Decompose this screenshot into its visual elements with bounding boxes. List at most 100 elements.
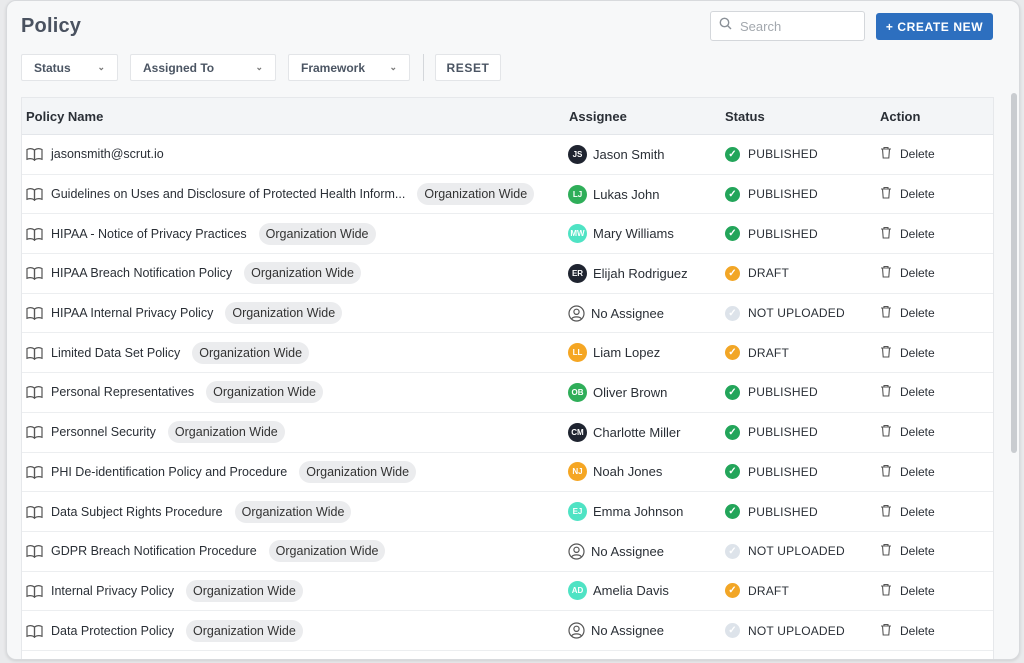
assignee-cell[interactable]: JS Jason Smith — [568, 135, 665, 174]
status-cell: ✓ PUBLISHED — [725, 373, 818, 412]
chevron-down-icon: ⌄ — [389, 62, 397, 72]
policy-name[interactable]: Limited Data Set Policy — [51, 346, 180, 360]
assignee-cell[interactable]: No Assignee — [568, 532, 664, 571]
table-row[interactable]: jasonsmith@scrut.io JS Jason Smith ✓ PUB… — [22, 135, 993, 175]
scrollbar[interactable] — [1011, 93, 1017, 453]
status-cell: ✓ NOT UPLOADED — [725, 294, 845, 333]
table-row[interactable]: Data Protection Policy Organization Wide … — [22, 611, 993, 651]
table-row[interactable]: GDPR Breach Notification Procedure Organi… — [22, 532, 993, 572]
draft-check-icon: ✓ — [725, 583, 740, 599]
table-row[interactable]: Guidelines on Uses and Disclosure of Pro… — [22, 175, 993, 215]
chevron-down-icon: ⌄ — [255, 62, 263, 72]
delete-button[interactable]: Delete — [880, 532, 935, 571]
delete-button[interactable]: Delete — [880, 413, 935, 452]
user-circle-icon — [568, 304, 585, 322]
table-row[interactable]: Personnel Security Organization Wide CM C… — [22, 413, 993, 453]
policy-name[interactable]: Personnel Security — [51, 425, 156, 439]
avatar: LL — [568, 343, 587, 363]
table-row[interactable]: Data Subject Rights Procedure Organizatio… — [22, 492, 993, 532]
policy-name[interactable]: HIPAA Breach Notification Policy — [51, 266, 232, 280]
policy-name[interactable]: HIPAA - Notice of Privacy Practices — [51, 227, 247, 241]
delete-button[interactable]: Delete — [880, 611, 935, 650]
assignee-cell[interactable]: AD Amelia Davis — [568, 572, 669, 611]
status-cell: ✓ DRAFT — [725, 333, 789, 372]
assignee-name: Charlotte Miller — [593, 424, 681, 440]
table-row[interactable]: PHI De-identification Policy and Procedu… — [22, 453, 993, 493]
chevron-down-icon: ⌄ — [97, 62, 105, 72]
delete-button[interactable]: Delete — [880, 453, 935, 492]
assignee-cell[interactable]: No Assignee — [568, 294, 664, 333]
pending-circle-icon: ✓ — [725, 305, 740, 321]
delete-button[interactable]: Delete — [880, 373, 935, 412]
status-label: DRAFT — [748, 266, 789, 281]
trash-icon — [880, 464, 892, 480]
table-row[interactable]: HIPAA Internal Privacy Policy Organizatio… — [22, 294, 993, 334]
status-cell: ✓ PUBLISHED — [725, 214, 818, 253]
create-new-button[interactable]: + CREATE NEW — [876, 13, 993, 40]
search-box[interactable] — [710, 11, 865, 41]
column-header-assignee[interactable]: Assignee — [569, 109, 627, 124]
trash-icon — [880, 146, 892, 162]
trash-icon — [880, 543, 892, 559]
delete-button[interactable]: Delete — [880, 175, 935, 214]
table-row[interactable]: Personal Representatives Organization Wid… — [22, 373, 993, 413]
assignee-cell[interactable]: LJ Lukas John — [568, 175, 660, 214]
assignee-name: No Assignee — [591, 623, 664, 639]
delete-button[interactable]: Delete — [880, 135, 935, 174]
assignee-cell[interactable]: CM Charlotte Miller — [568, 413, 680, 452]
search-input[interactable] — [740, 18, 850, 34]
delete-label: Delete — [900, 425, 935, 440]
delete-button[interactable]: Delete — [880, 492, 935, 531]
status-cell: ✓ PUBLISHED — [725, 135, 818, 174]
delete-button[interactable]: Delete — [880, 572, 935, 611]
check-circle-icon: ✓ — [725, 146, 740, 162]
assignee-name: Mary Williams — [593, 226, 674, 242]
assignee-cell[interactable]: LL Liam Lopez — [568, 333, 660, 372]
assignee-cell[interactable]: OB Oliver Brown — [568, 373, 667, 412]
policy-name[interactable]: Data Protection Policy — [51, 624, 174, 638]
policy-name[interactable]: HIPAA Internal Privacy Policy — [51, 306, 213, 320]
reset-button[interactable]: RESET — [435, 54, 501, 81]
policy-name[interactable]: Personal Representatives — [51, 385, 194, 399]
delete-label: Delete — [900, 187, 935, 202]
assignee-name: Oliver Brown — [593, 384, 668, 400]
policy-name-cell: Internal Privacy Policy Organization Wide — [26, 572, 303, 611]
assignee-cell[interactable]: NJ Noah Jones — [568, 453, 662, 492]
policy-name[interactable]: GDPR Breach Notification Procedure — [51, 544, 257, 558]
policy-name[interactable]: Internal Privacy Policy — [51, 584, 174, 598]
status-cell: ✓ PUBLISHED — [725, 453, 818, 492]
framework-filter-dropdown[interactable]: Framework ⌄ — [288, 54, 410, 81]
table-row[interactable]: HIPAA Breach Notification Policy Organiza… — [22, 254, 993, 294]
table-row[interactable]: HIPAA - Notice of Privacy Practices Organ… — [22, 214, 993, 255]
page-title: Policy — [21, 15, 82, 37]
trash-icon — [880, 226, 892, 242]
assignee-name: Liam Lopez — [593, 345, 661, 361]
draft-check-icon: ✓ — [725, 265, 740, 281]
policy-name[interactable]: Guidelines on Uses and Disclosure of Pro… — [51, 187, 405, 201]
status-cell: ✓ NOT UPLOADED — [725, 611, 845, 650]
column-header-policy-name[interactable]: Policy Name — [26, 109, 103, 124]
assigned-to-filter-dropdown[interactable]: Assigned To ⌄ — [130, 54, 276, 81]
column-header-status[interactable]: Status — [725, 109, 765, 124]
policy-name[interactable]: PHI De-identification Policy and Procedu… — [51, 465, 287, 479]
scope-tag: Organization Wide — [167, 421, 285, 444]
status-filter-dropdown[interactable]: Status ⌄ — [21, 54, 118, 81]
table-row[interactable]: Internal Privacy Policy Organization Wide… — [22, 572, 993, 612]
trash-icon — [880, 384, 892, 400]
policy-name[interactable]: jasonsmith@scrut.io — [51, 147, 164, 161]
assignee-cell[interactable]: MW Mary Williams — [568, 214, 674, 253]
scope-tag: Organization Wide — [268, 540, 386, 563]
status-cell: ✓ DRAFT — [725, 254, 789, 293]
delete-button[interactable]: Delete — [880, 254, 935, 293]
delete-button[interactable]: Delete — [880, 333, 935, 372]
status-label: PUBLISHED — [748, 226, 818, 241]
delete-button[interactable]: Delete — [880, 294, 935, 333]
table-row[interactable]: Limited Data Set Policy Organization Wide… — [22, 333, 993, 374]
assignee-cell[interactable]: ER Elijah Rodriguez — [568, 254, 688, 293]
assignee-cell[interactable]: EJ Emma Johnson — [568, 492, 683, 531]
assignee-cell[interactable]: No Assignee — [568, 611, 664, 650]
scope-tag: Organization Wide — [299, 460, 417, 483]
policy-name[interactable]: Data Subject Rights Procedure — [51, 505, 223, 519]
policy-name-cell: Limited Data Set Policy Organization Wide — [26, 333, 310, 372]
delete-button[interactable]: Delete — [880, 214, 935, 253]
